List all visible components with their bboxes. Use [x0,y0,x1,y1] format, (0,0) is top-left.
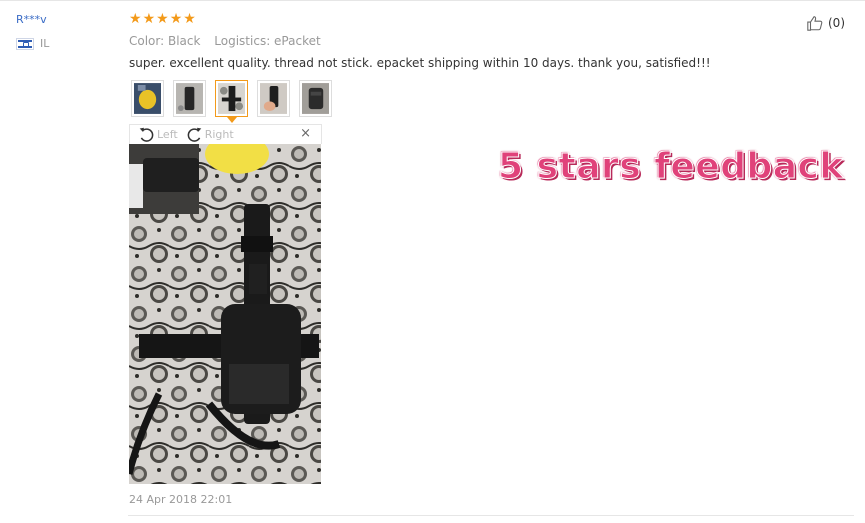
rotate-left-button[interactable]: Left [138,126,178,143]
star-icon: ★ [129,11,142,27]
five-star-feedback-caption: 5 stars feedback [498,146,844,188]
thumbnail-image [302,83,329,114]
israel-flag-icon [16,37,34,50]
star-icon: ★ [183,11,196,27]
star-icon: ★ [169,11,183,27]
color-info: Color: Black [129,34,201,48]
rotate-right-icon [187,127,202,142]
review-thumbnails [131,80,332,123]
order-info: Color: Black Logistics: ePacket [129,34,331,48]
rotate-right-button[interactable]: Right [186,126,234,143]
thumbnail-image [134,83,161,114]
rotate-left-label: Left [157,128,178,141]
reviewer-name[interactable]: R***v [16,13,47,26]
review-thumbnail[interactable] [257,80,290,117]
thumbnail-image [260,83,287,114]
thumbs-up-icon [807,16,823,31]
review-photo-image [129,144,321,484]
review-photo[interactable] [129,144,321,484]
star-icon: ★ [142,11,156,27]
bottom-divider [128,515,854,516]
star-icon: ★ [156,11,169,27]
rotate-left-icon [139,127,154,142]
star-rating: ★ ★ ★ ★ ★ [129,11,196,27]
review-date: 24 Apr 2018 22:01 [129,493,233,506]
top-divider [0,0,865,1]
rotate-right-label: Right [204,128,234,141]
country-code: IL [40,37,50,50]
helpful-button[interactable]: (0) [806,14,845,32]
review-text: super. excellent quality. thread not sti… [129,56,711,70]
image-viewer-toolbar: Left Right × [129,124,322,144]
review-thumbnail-active[interactable] [215,80,248,123]
thumbnail-image [176,83,203,114]
review-thumbnail[interactable] [173,80,206,117]
review-thumbnail[interactable] [131,80,164,117]
thumbnail-image [218,83,245,114]
review-thumbnail[interactable] [299,80,332,117]
close-icon[interactable]: × [300,126,311,141]
logistics-info: Logistics: ePacket [214,34,321,48]
reviewer-country: IL [16,37,49,50]
helpful-count: (0) [828,16,845,30]
